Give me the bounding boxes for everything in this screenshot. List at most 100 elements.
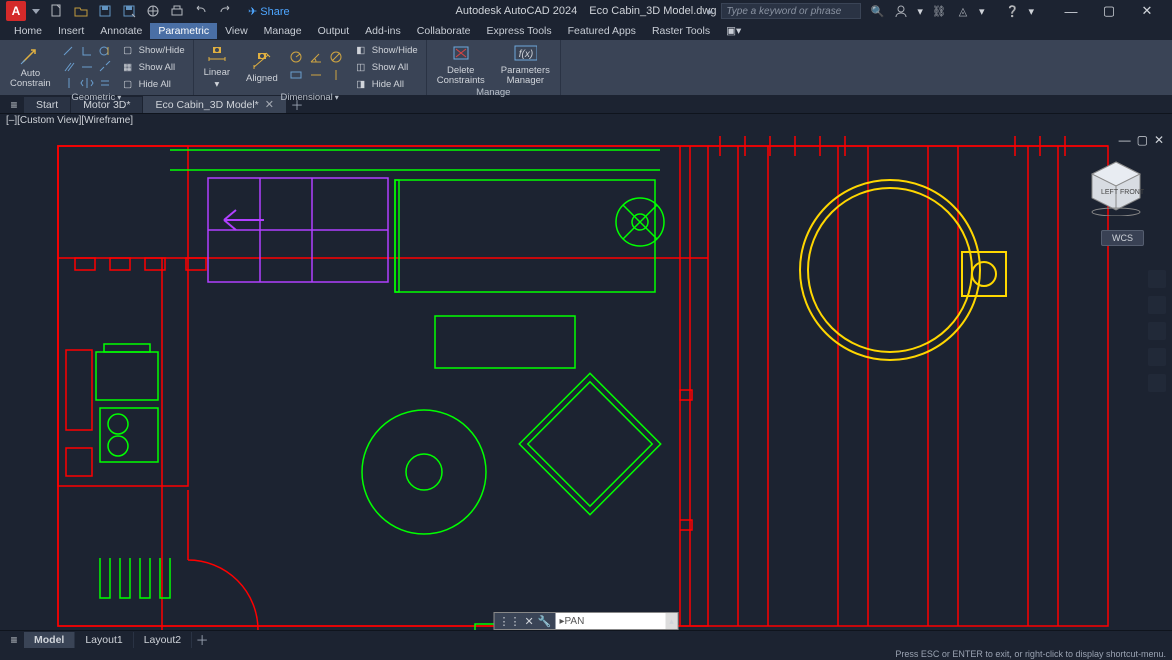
save-icon[interactable]	[98, 4, 112, 18]
layout-tab-bar: ≡ Model Layout1 Layout2 ＋	[0, 630, 1172, 648]
aligned-dim-button[interactable]: Aligned	[240, 50, 284, 84]
search-arrow-icon: ▸	[708, 5, 714, 18]
file-name: Eco Cabin_3D Model.dwg	[589, 5, 716, 17]
open-file-icon[interactable]	[74, 4, 88, 18]
hideall-icon: ▢	[121, 77, 135, 91]
wcs-badge[interactable]: WCS	[1101, 230, 1144, 246]
web-mobile-icon[interactable]	[146, 4, 160, 18]
help-icon[interactable]: ❔	[1004, 3, 1020, 19]
nav-showmotion-icon[interactable]	[1148, 374, 1166, 392]
geom-hideall-button[interactable]: ▢Hide All	[117, 76, 189, 92]
panel-dropdown-icon-2[interactable]: ▾	[335, 93, 339, 102]
horizontal-icon[interactable]	[79, 60, 95, 74]
perpendicular-icon[interactable]	[79, 44, 95, 58]
plot-icon[interactable]	[170, 4, 184, 18]
add-layout-button[interactable]: ＋	[192, 630, 212, 649]
menu-home[interactable]: Home	[6, 23, 50, 39]
share-button[interactable]: ✈ Share	[248, 5, 290, 18]
menu-annotate[interactable]: Annotate	[92, 23, 150, 39]
menu-collaborate[interactable]: Collaborate	[409, 23, 479, 39]
tab-model[interactable]: Model	[24, 632, 75, 648]
delete-constraints-button[interactable]: Delete Constraints	[431, 42, 491, 87]
search-input[interactable]: Type a keyword or phrase	[721, 3, 861, 19]
dimensional-show-group: ◧Show/Hide ◫Show All ◨Hide All	[350, 42, 422, 92]
command-line[interactable]: ⋮⋮ ✕ 🔧 ▸ PAN ▴	[494, 612, 679, 630]
diameter-icon[interactable]	[328, 50, 344, 64]
dim-showhide-icon: ◧	[354, 43, 368, 57]
viewcube[interactable]: LEFT FRONT	[1086, 156, 1146, 216]
parallel-icon[interactable]	[61, 60, 77, 74]
cmd-customize-icon[interactable]: 🔧	[538, 615, 552, 628]
dim-hideall-button[interactable]: ◨Hide All	[350, 76, 422, 92]
symmetric-icon[interactable]	[79, 76, 95, 90]
layout-tab-menu-icon[interactable]: ≡	[4, 633, 24, 647]
collinear-icon[interactable]	[97, 60, 113, 74]
app-name: Autodesk AutoCAD 2024	[456, 5, 578, 17]
command-history-dropdown-icon[interactable]: ▴	[665, 613, 677, 629]
search-icon[interactable]: 🔍	[869, 3, 885, 19]
hor-dim-icon[interactable]	[308, 68, 324, 82]
menu-manage[interactable]: Manage	[256, 23, 310, 39]
tab-layout2[interactable]: Layout2	[134, 632, 192, 648]
drawing-canvas[interactable]: — ▢ ✕	[0, 130, 1172, 630]
app-logo[interactable]: A	[6, 1, 26, 21]
save-as-icon[interactable]	[122, 4, 136, 18]
nav-orbit-icon[interactable]	[1148, 348, 1166, 366]
autodesk-icon[interactable]: ◬	[955, 3, 971, 19]
menu-express[interactable]: Express Tools	[478, 23, 559, 39]
auto-constrain-button[interactable]: Auto Constrain	[4, 45, 57, 90]
dim-showall-button[interactable]: ◫Show All	[350, 59, 422, 75]
app-exchange-icon[interactable]: ⛓	[931, 3, 947, 19]
tangent-icon[interactable]	[97, 44, 113, 58]
panel-dropdown-icon[interactable]: ▾	[117, 93, 121, 102]
new-file-icon[interactable]	[50, 4, 64, 18]
nav-wheel-icon[interactable]	[1148, 270, 1166, 288]
menu-insert[interactable]: Insert	[50, 23, 92, 39]
menu-raster[interactable]: Raster Tools	[644, 23, 718, 39]
vertical-icon[interactable]	[61, 76, 77, 90]
command-input[interactable]: ▸ PAN	[555, 613, 665, 629]
status-bar: Press ESC or ENTER to exit, or right-cli…	[0, 648, 1172, 660]
title-bar-right: ▸ Type a keyword or phrase 🔍 ▾ ⛓ ◬ ▾ ❔ ▾…	[708, 1, 1166, 21]
parameters-manager-button[interactable]: f(x) Parameters Manager	[495, 42, 556, 87]
ribbon-panel-dimensional: Linear▾ Aligned ◧Show/Hide ◫Show All ◨Hi…	[194, 40, 427, 95]
app-menu-dropdown-icon[interactable]	[32, 9, 40, 14]
viewport-label[interactable]: [–][Custom View][Wireframe]	[0, 114, 1172, 130]
ver-dim-icon[interactable]	[328, 68, 344, 82]
convert-icon[interactable]	[288, 68, 304, 82]
equal-icon[interactable]	[97, 76, 113, 90]
linear-dim-button[interactable]: Linear▾	[198, 44, 236, 91]
cmd-close-icon[interactable]: ✕	[525, 615, 534, 628]
aligned-dim-label: Aligned	[246, 74, 278, 84]
dim-showhide-button[interactable]: ◧Show/Hide	[350, 42, 422, 58]
menu-parametric[interactable]: Parametric	[150, 23, 217, 39]
ribbon-collapse-icon[interactable]: ▣▾	[718, 23, 749, 39]
undo-icon[interactable]	[194, 4, 208, 18]
auto-constrain-label: Auto Constrain	[10, 69, 51, 90]
command-line-handle[interactable]: ⋮⋮ ✕ 🔧	[495, 613, 556, 629]
geom-showhide-button[interactable]: ▢Show/Hide	[117, 42, 189, 58]
tab-layout1[interactable]: Layout1	[75, 632, 133, 648]
nav-pan-icon[interactable]	[1148, 296, 1166, 314]
menu-addins[interactable]: Add-ins	[357, 23, 409, 39]
signin-icon[interactable]	[893, 3, 909, 19]
panel-title-manage: Manage	[431, 87, 556, 99]
menu-view[interactable]: View	[217, 23, 256, 39]
geom-showall-button[interactable]: ▦Show All	[117, 59, 189, 75]
tab-close-icon[interactable]: ✕	[265, 98, 274, 111]
radial-icon[interactable]	[288, 50, 304, 64]
menu-featured[interactable]: Featured Apps	[560, 23, 644, 39]
geometric-show-group: ▢Show/Hide ▦Show All ▢Hide All	[117, 42, 189, 92]
minimize-button[interactable]: —	[1052, 1, 1090, 21]
redo-icon[interactable]	[218, 4, 232, 18]
maximize-button[interactable]: ▢	[1090, 1, 1128, 21]
cmd-grip-icon[interactable]: ⋮⋮	[499, 615, 521, 628]
angular-icon[interactable]	[308, 50, 324, 64]
nav-zoom-icon[interactable]	[1148, 322, 1166, 340]
menu-output[interactable]: Output	[310, 23, 358, 39]
dim-showall-label: Show All	[372, 62, 408, 73]
close-button[interactable]: ✕	[1128, 1, 1166, 21]
command-text: PAN	[564, 616, 584, 627]
coincident-icon[interactable]	[61, 44, 77, 58]
navigation-bar	[1148, 270, 1166, 392]
